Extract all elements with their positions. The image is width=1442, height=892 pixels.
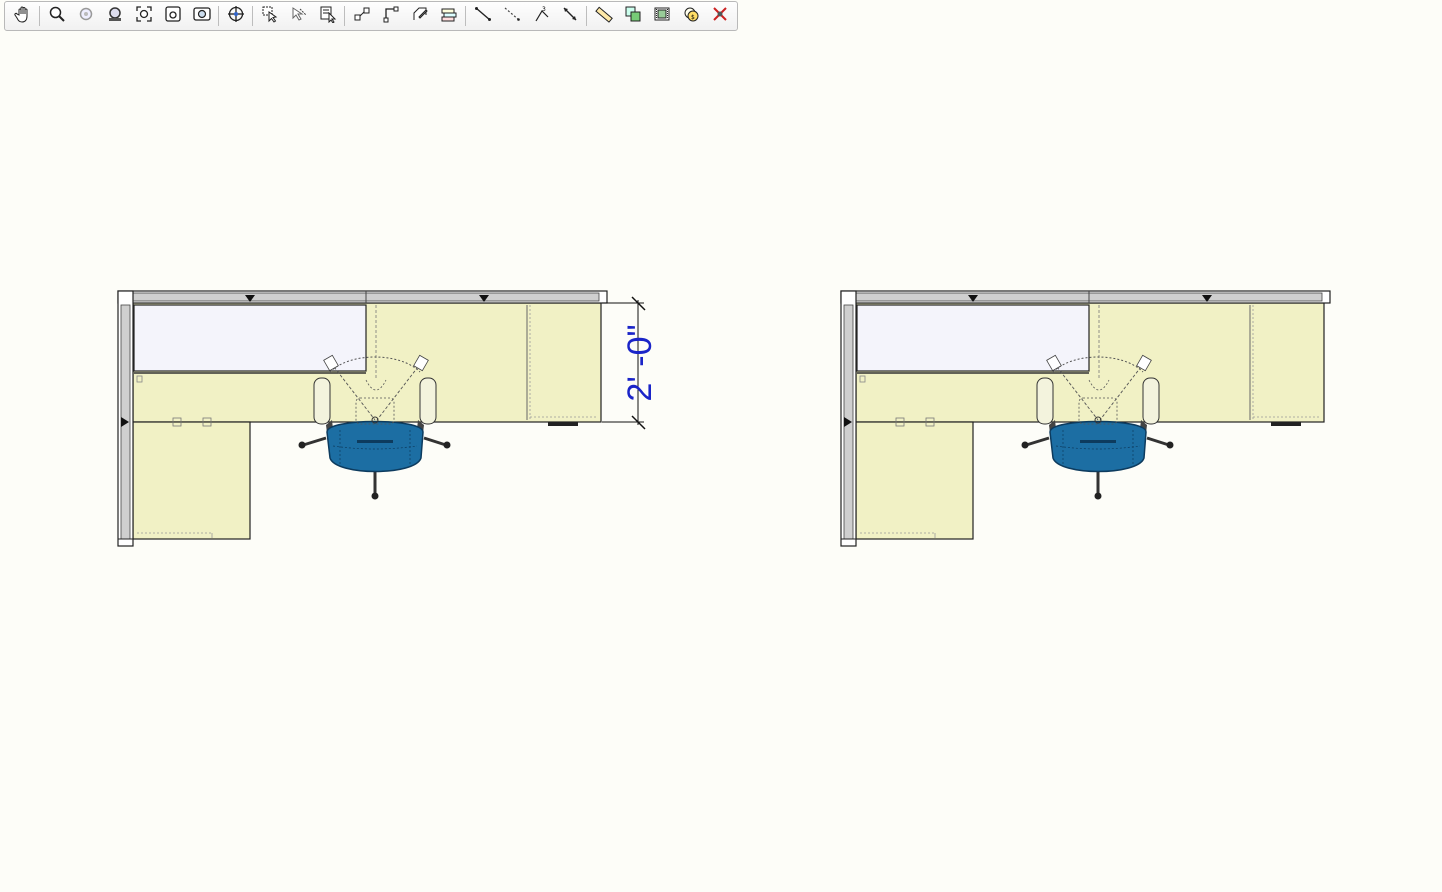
cubicle-workstation-1[interactable] xyxy=(116,289,609,548)
cubicle-workstation-2[interactable] xyxy=(839,289,1332,548)
dimension-label: 2' -0" xyxy=(621,324,659,401)
floor-plan-canvas[interactable]: 2' -0" xyxy=(0,0,1442,892)
dimension-annotation[interactable]: 2' -0" xyxy=(602,296,659,430)
